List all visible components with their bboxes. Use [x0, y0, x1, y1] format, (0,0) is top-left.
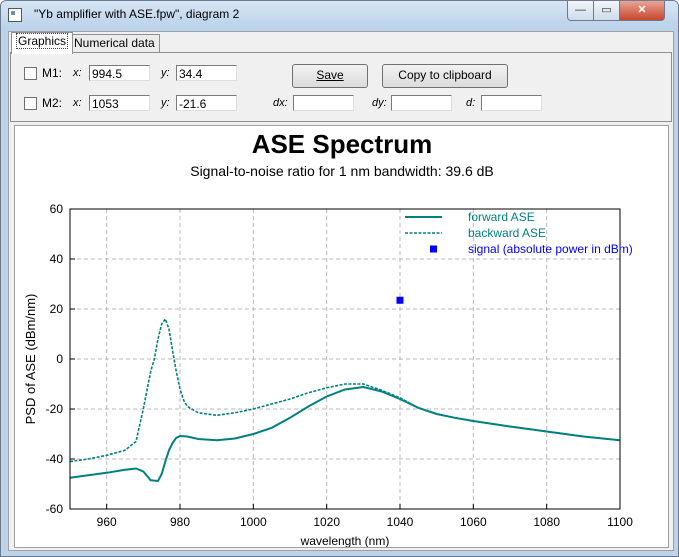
dx-label: dx:	[273, 97, 288, 109]
d-label: d:	[466, 97, 476, 109]
x-tick-label: 980	[170, 515, 190, 529]
y-tick-label: -20	[46, 402, 64, 416]
m1-x-label: x:	[73, 67, 82, 79]
legend-label: signal (absolute power in dBm)	[468, 242, 633, 256]
m2-x-label: x:	[73, 97, 82, 109]
app-icon[interactable]	[8, 8, 22, 22]
x-tick-label: 1080	[533, 515, 560, 529]
dx-field[interactable]	[293, 95, 354, 111]
maximize-button[interactable]: ▭	[593, 1, 620, 21]
m1-x-field[interactable]: 994.5	[89, 65, 150, 81]
x-axis-label: wavelength (nm)	[300, 534, 390, 547]
m1-y-label: y:	[161, 67, 170, 79]
chart-title: ASE Spectrum	[252, 129, 433, 159]
y-tick-label: 60	[50, 202, 64, 216]
save-button-label: Save	[316, 68, 344, 82]
dy-label: dy:	[372, 97, 387, 109]
y-tick-label: 40	[50, 252, 64, 266]
x-tick-label: 1020	[313, 515, 340, 529]
legend-signal-marker	[430, 245, 437, 253]
legend-label: backward ASE	[468, 226, 546, 240]
tab-numerical-data[interactable]: Numerical data	[69, 34, 160, 53]
chart-subtitle: Signal-to-noise ratio for 1 nm bandwidth…	[190, 163, 494, 179]
x-tick-label: 1000	[240, 515, 267, 529]
title-bar[interactable]: "Yb amplifier with ASE.fpw", diagram 2 —…	[1, 1, 678, 29]
app-window: "Yb amplifier with ASE.fpw", diagram 2 —…	[0, 0, 679, 557]
ase-spectrum-chart: ASE Spectrum Signal-to-noise ratio for 1…	[23, 129, 633, 548]
signal-point	[396, 296, 404, 304]
tab-graphics[interactable]: Graphics	[11, 32, 74, 54]
chart-area[interactable]: ASE Spectrum Signal-to-noise ratio for 1…	[14, 125, 669, 548]
y-tick-label: -60	[46, 502, 64, 516]
d-field[interactable]	[481, 95, 542, 111]
copy-to-clipboard-button[interactable]: Copy to clipboard	[382, 64, 508, 88]
save-button[interactable]: Save	[292, 64, 368, 88]
x-tick-label: 1040	[387, 515, 414, 529]
tab-graphics-label: Graphics	[16, 33, 69, 49]
m1-label: M1:	[42, 66, 63, 80]
m1-y-field[interactable]: 34.4	[176, 65, 237, 81]
x-tick-label: 1060	[460, 515, 487, 529]
close-button[interactable]: ✕	[619, 1, 665, 21]
x-tick-label: 1100	[607, 515, 633, 529]
m2-x-field[interactable]: 1053	[89, 95, 150, 111]
x-tick-label: 960	[97, 515, 117, 529]
chart-series	[69, 296, 621, 483]
y-tick-label: -40	[46, 452, 64, 466]
y-axis-label: PSD of ASE (dBm/nm)	[23, 294, 38, 425]
m2-y-field[interactable]: -21.6	[176, 95, 237, 111]
chart-legend: forward ASE backward ASE signal (absolute …	[405, 210, 633, 256]
legend-label: forward ASE	[468, 210, 535, 224]
window-title: "Yb amplifier with ASE.fpw", diagram 2	[34, 7, 240, 21]
m2-checkbox[interactable]	[24, 97, 37, 110]
forward-ase-line	[69, 385, 621, 483]
marker-panel: M1: x: 994.5 y: 34.4 Save Copy to clipbo…	[10, 52, 672, 122]
m1-checkbox[interactable]	[24, 67, 37, 80]
y-tick-label: 20	[50, 302, 64, 316]
m2-y-label: y:	[161, 97, 170, 109]
y-tick-label: 0	[56, 352, 63, 366]
m2-label: M2:	[42, 96, 63, 110]
client-area: Graphics Numerical data M1: x: 994.5 y: …	[8, 31, 674, 551]
minimize-button[interactable]: —	[567, 1, 594, 21]
dy-field[interactable]	[391, 95, 452, 111]
